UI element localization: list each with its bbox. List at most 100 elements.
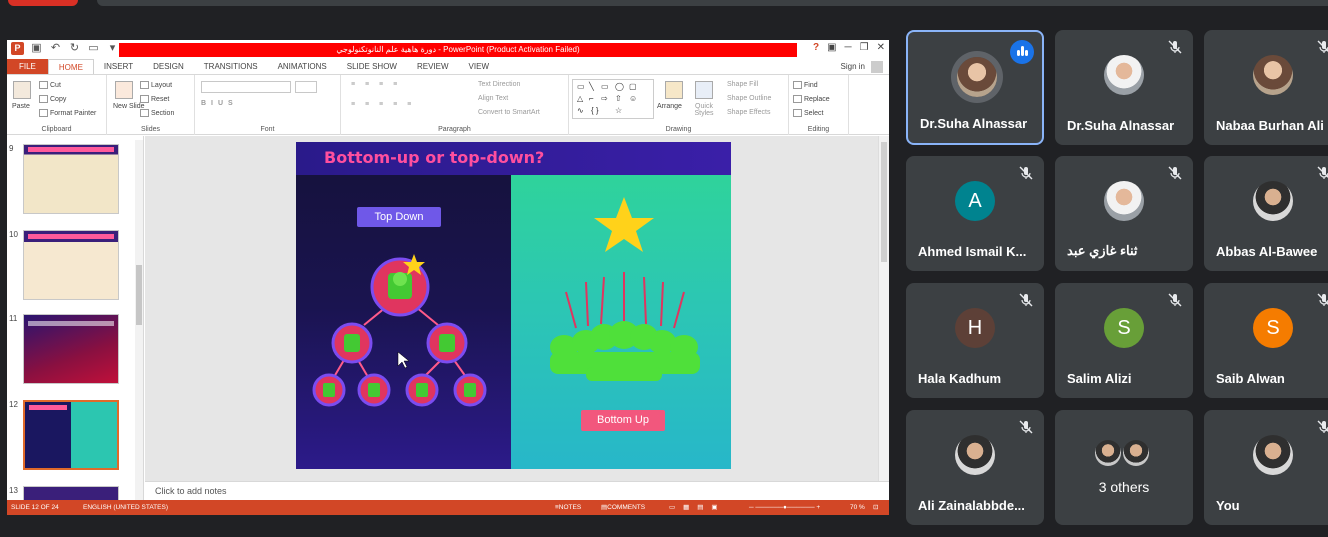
shape-textbox-icon[interactable]: ▭ <box>577 82 585 91</box>
layout-icon <box>140 81 149 89</box>
account-avatar-icon[interactable] <box>871 60 883 73</box>
font-size-box[interactable] <box>295 81 317 93</box>
replace-button[interactable]: Replace <box>793 95 830 103</box>
shape-star-icon[interactable]: ☆ <box>615 106 622 115</box>
bottom-up-crowd-icon <box>550 197 700 381</box>
tab-file[interactable]: FILE <box>7 59 48 74</box>
tab-design[interactable]: DESIGN <box>143 59 194 74</box>
participant-tile[interactable]: 3 others <box>1055 410 1193 525</box>
shape-rounded-icon[interactable]: ▢ <box>629 82 637 91</box>
cut-button[interactable]: Cut <box>39 81 61 89</box>
layout-button[interactable]: Layout <box>140 81 172 89</box>
new-slide-icon[interactable] <box>115 81 133 99</box>
slide-thumbnail-10[interactable] <box>23 230 119 300</box>
font-name-box[interactable] <box>201 81 291 93</box>
minimize-button[interactable]: ─ <box>845 42 852 53</box>
text-direction-button[interactable]: Text Direction <box>478 81 520 88</box>
tab-view[interactable]: VIEW <box>459 59 499 74</box>
tab-animations[interactable]: ANIMATIONS <box>268 59 337 74</box>
view-buttons[interactable]: ▭▦▤▣ <box>669 500 726 515</box>
participant-tile[interactable]: Nabaa Burhan Ali <box>1204 30 1328 145</box>
tab-slide-show[interactable]: SLIDE SHOW <box>337 59 407 74</box>
arrange-button[interactable]: Arrange <box>657 103 682 110</box>
leave-call-button-edge[interactable] <box>8 0 78 6</box>
shape-line-icon[interactable]: ╲ <box>589 82 594 91</box>
font-group: BIUS Font <box>195 75 341 135</box>
shape-curve-icon[interactable]: ∿ <box>577 106 584 115</box>
tab-transitions[interactable]: TRANSITIONS <box>194 59 268 74</box>
participant-tile[interactable]: Dr.Suha Alnassar <box>906 30 1044 145</box>
slide-thumbnail-9[interactable] <box>23 144 119 214</box>
shapes-gallery[interactable]: ▭ ╲ ▭ ◯ ▢ △ ⌐ ⇨ ⇧ ☺ ∿ { } ☆ <box>572 79 654 119</box>
undo-icon[interactable]: ↶ <box>49 42 62 55</box>
arrange-icon[interactable] <box>665 81 683 99</box>
slide-thumbnail-11[interactable] <box>23 314 119 384</box>
participant-tile[interactable]: Dr.Suha Alnassar <box>1055 30 1193 145</box>
paste-button[interactable]: Paste <box>12 103 30 110</box>
shape-outline-button[interactable]: Shape Outline <box>727 95 771 102</box>
list-buttons[interactable]: ≡ ≡ ≡ ≡ <box>351 81 401 88</box>
start-slideshow-icon[interactable]: ▭ <box>87 42 100 55</box>
redo-icon[interactable]: ↻ <box>68 42 81 55</box>
shape-arrow-up-icon[interactable]: ⇧ <box>615 94 622 103</box>
copy-button[interactable]: Copy <box>39 95 66 103</box>
convert-smartart-button[interactable]: Convert to SmartArt <box>478 109 540 116</box>
participant-tile[interactable]: H Hala Kadhum <box>906 283 1044 398</box>
others-avatar <box>1123 440 1149 466</box>
slide-thumbnail-13[interactable] <box>23 486 119 500</box>
participant-tile[interactable]: A Ahmed Ismail K... <box>906 156 1044 271</box>
thumbnail-scrollbar[interactable] <box>135 140 143 500</box>
font-format-buttons[interactable]: BIUS <box>201 100 238 107</box>
shape-effects-button[interactable]: Shape Effects <box>727 109 770 116</box>
close-button[interactable]: ✕ <box>877 42 885 53</box>
select-button[interactable]: Select <box>793 109 823 117</box>
tab-insert[interactable]: INSERT <box>94 59 143 74</box>
language-indicator[interactable]: ENGLISH (UNITED STATES) <box>83 500 168 515</box>
tab-home[interactable]: HOME <box>47 59 94 74</box>
participant-tile[interactable]: S Salim Alizi <box>1055 283 1193 398</box>
participant-tile[interactable]: You <box>1204 410 1328 525</box>
participant-tile[interactable]: Ali Zainalabbde... <box>906 410 1044 525</box>
shape-rect-icon[interactable]: ▭ <box>601 82 609 91</box>
participant-tile[interactable]: S Saib Alwan <box>1204 283 1328 398</box>
quick-styles-icon[interactable] <box>695 81 713 99</box>
sign-in[interactable]: Sign in <box>841 59 883 74</box>
slide-scroll-grip[interactable] <box>881 142 887 262</box>
notes-pane[interactable]: Click to add notes <box>145 481 889 500</box>
align-buttons[interactable]: ≡ ≡ ≡ ≡ ≡ <box>351 101 415 108</box>
notes-toggle[interactable]: ≡ NOTES <box>555 500 581 515</box>
quick-access-toolbar: P ▣ ↶ ↻ ▭ ▾ <box>11 42 119 55</box>
sign-in-label[interactable]: Sign in <box>841 59 865 74</box>
shape-triangle-icon[interactable]: △ <box>577 94 583 103</box>
fit-slide-icon[interactable]: ⊡ <box>873 500 878 515</box>
shape-oval-icon[interactable]: ◯ <box>615 82 624 91</box>
align-text-button[interactable]: Align Text <box>478 95 508 102</box>
participant-tile[interactable]: ثناء غازي عبد <box>1055 156 1193 271</box>
participant-tile[interactable]: Abbas Al-Bawee <box>1204 156 1328 271</box>
reset-button[interactable]: Reset <box>140 95 169 103</box>
slide-thumbnail-12-selected[interactable] <box>23 400 119 470</box>
shape-fill-button[interactable]: Shape Fill <box>727 81 758 88</box>
shape-brace-icon[interactable]: { } <box>591 106 599 115</box>
shape-connector-icon[interactable]: ⌐ <box>589 94 594 103</box>
zoom-level[interactable]: 70 % <box>850 500 865 515</box>
zoom-slider[interactable]: ─ ──────●────── + <box>749 500 820 515</box>
current-slide[interactable]: Bottom-up or top-down? Top Down Bottom U… <box>296 142 731 469</box>
shape-smiley-icon[interactable]: ☺ <box>629 94 637 103</box>
ribbon-display-button[interactable]: ▣ <box>827 42 836 53</box>
thumbnail-scroll-grip[interactable] <box>136 265 142 325</box>
customize-qat-icon[interactable]: ▾ <box>106 42 119 55</box>
paste-icon[interactable] <box>13 81 31 99</box>
comments-toggle[interactable]: ▤ COMMENTS <box>601 500 645 515</box>
tab-review[interactable]: REVIEW <box>407 59 459 74</box>
format-painter-button[interactable]: Format Painter <box>39 109 96 117</box>
find-button[interactable]: Find <box>793 81 818 89</box>
quick-styles-button[interactable]: Quick Styles <box>687 103 721 117</box>
help-button[interactable]: ? <box>812 42 820 53</box>
editing-label: Editing <box>807 126 830 133</box>
shape-arrow-icon[interactable]: ⇨ <box>601 94 608 103</box>
slide-scrollbar[interactable] <box>878 136 889 481</box>
save-icon[interactable]: ▣ <box>30 42 43 55</box>
section-button[interactable]: Section <box>140 109 174 117</box>
restore-button[interactable]: ❐ <box>860 42 869 53</box>
